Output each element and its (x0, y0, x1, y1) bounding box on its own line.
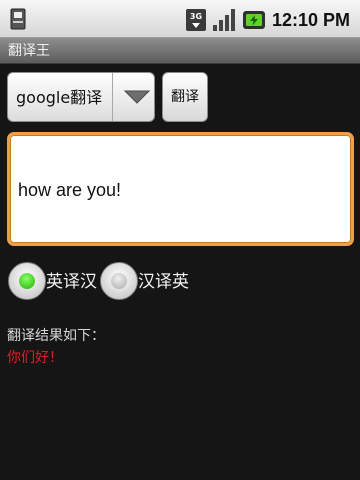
source-text-input[interactable]: how are you! (7, 132, 354, 246)
radio-button (100, 262, 138, 300)
phone-screen: 3G 12:10 PM 翻译王 google翻译 翻译 how are you! (0, 0, 360, 480)
battery-charging-icon (243, 11, 265, 29)
radio-en-to-zh[interactable]: 英译汉 (8, 262, 104, 302)
status-time: 12:10 PM (272, 10, 351, 30)
radio-checked-indicator (19, 273, 35, 289)
sim-card-icon (10, 8, 26, 30)
network-type-label: 3G (190, 12, 202, 21)
network-3g-icon: 3G (186, 9, 206, 31)
dropdown-divider (112, 73, 113, 121)
translate-button[interactable]: 翻译 (162, 72, 208, 122)
radio-label: 英译汉 (46, 272, 97, 292)
radio-label: 汉译英 (138, 272, 189, 292)
radio-zh-to-en[interactable]: 汉译英 (100, 262, 196, 302)
result-text: 你们好！ (7, 350, 63, 366)
engine-dropdown[interactable]: google翻译 (7, 72, 155, 122)
chevron-down-icon (124, 90, 150, 104)
engine-selected-value: google翻译 (16, 88, 103, 107)
signal-strength-icon (213, 9, 235, 31)
app-title-bar: 翻译王 (0, 38, 360, 64)
radio-button (8, 262, 46, 300)
result-caption: 翻译结果如下： (7, 328, 105, 344)
status-bar: 3G 12:10 PM (0, 0, 360, 38)
radio-unchecked-indicator (111, 273, 127, 289)
app-title: 翻译王 (8, 43, 50, 59)
